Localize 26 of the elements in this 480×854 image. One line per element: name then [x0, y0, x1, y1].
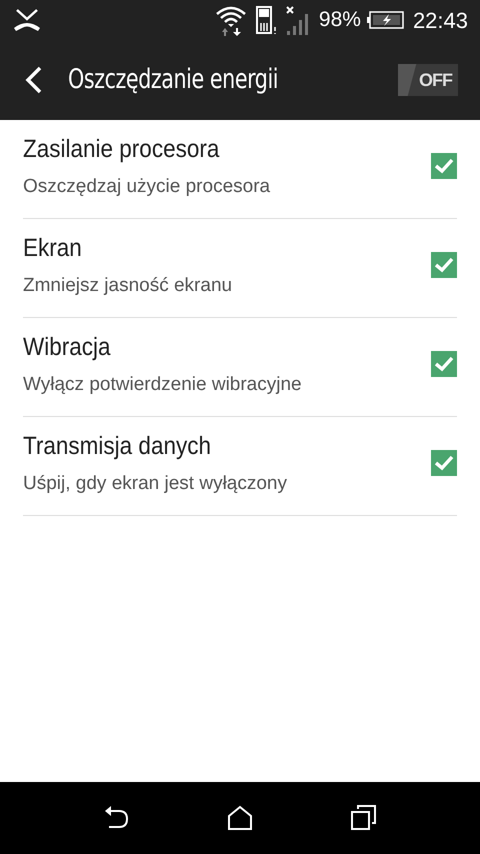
- home-icon[interactable]: [227, 805, 253, 831]
- setting-description: Zmniejsz jasność ekranu: [23, 274, 234, 298]
- setting-title: Transmisja danych: [23, 431, 212, 462]
- setting-title: Wibracja: [23, 332, 112, 363]
- setting-row[interactable]: Transmisja danych Uśpij, gdy ekran jest wyłączony: [23, 417, 457, 516]
- checkbox[interactable]: [431, 450, 457, 476]
- sim-card-icon: [254, 5, 277, 35]
- missed-call-icon: [12, 8, 42, 32]
- checkbox[interactable]: [431, 252, 457, 278]
- power-saver-toggle[interactable]: OFF: [398, 64, 458, 96]
- setting-description: Wyłącz potwierdzenie wibracyjne: [23, 372, 303, 396]
- checkbox[interactable]: [431, 153, 457, 179]
- checkbox[interactable]: [431, 351, 457, 377]
- setting-description: Uśpij, gdy ekran jest wyłączony: [23, 472, 288, 496]
- clock: 22:43: [412, 6, 468, 34]
- setting-row[interactable]: Zasilanie procesora Oszczędzaj użycie procesora: [23, 120, 457, 219]
- setting-title: Ekran: [23, 233, 83, 264]
- setting-row[interactable]: Wibracja Wyłącz potwierdzenie wibracyjne: [23, 318, 457, 417]
- battery-percent: 98%: [318, 7, 361, 34]
- screen-title: Oszczędzanie energii: [68, 62, 278, 97]
- setting-title: Zasilanie procesora: [23, 134, 220, 165]
- battery-charging-icon: [366, 10, 405, 30]
- setting-row[interactable]: Ekran Zmniejsz jasność ekranu: [23, 219, 457, 318]
- setting-description: Oszczędzaj użycie procesora: [23, 174, 272, 198]
- recent-apps-icon[interactable]: [351, 805, 377, 831]
- back-icon[interactable]: [103, 805, 129, 831]
